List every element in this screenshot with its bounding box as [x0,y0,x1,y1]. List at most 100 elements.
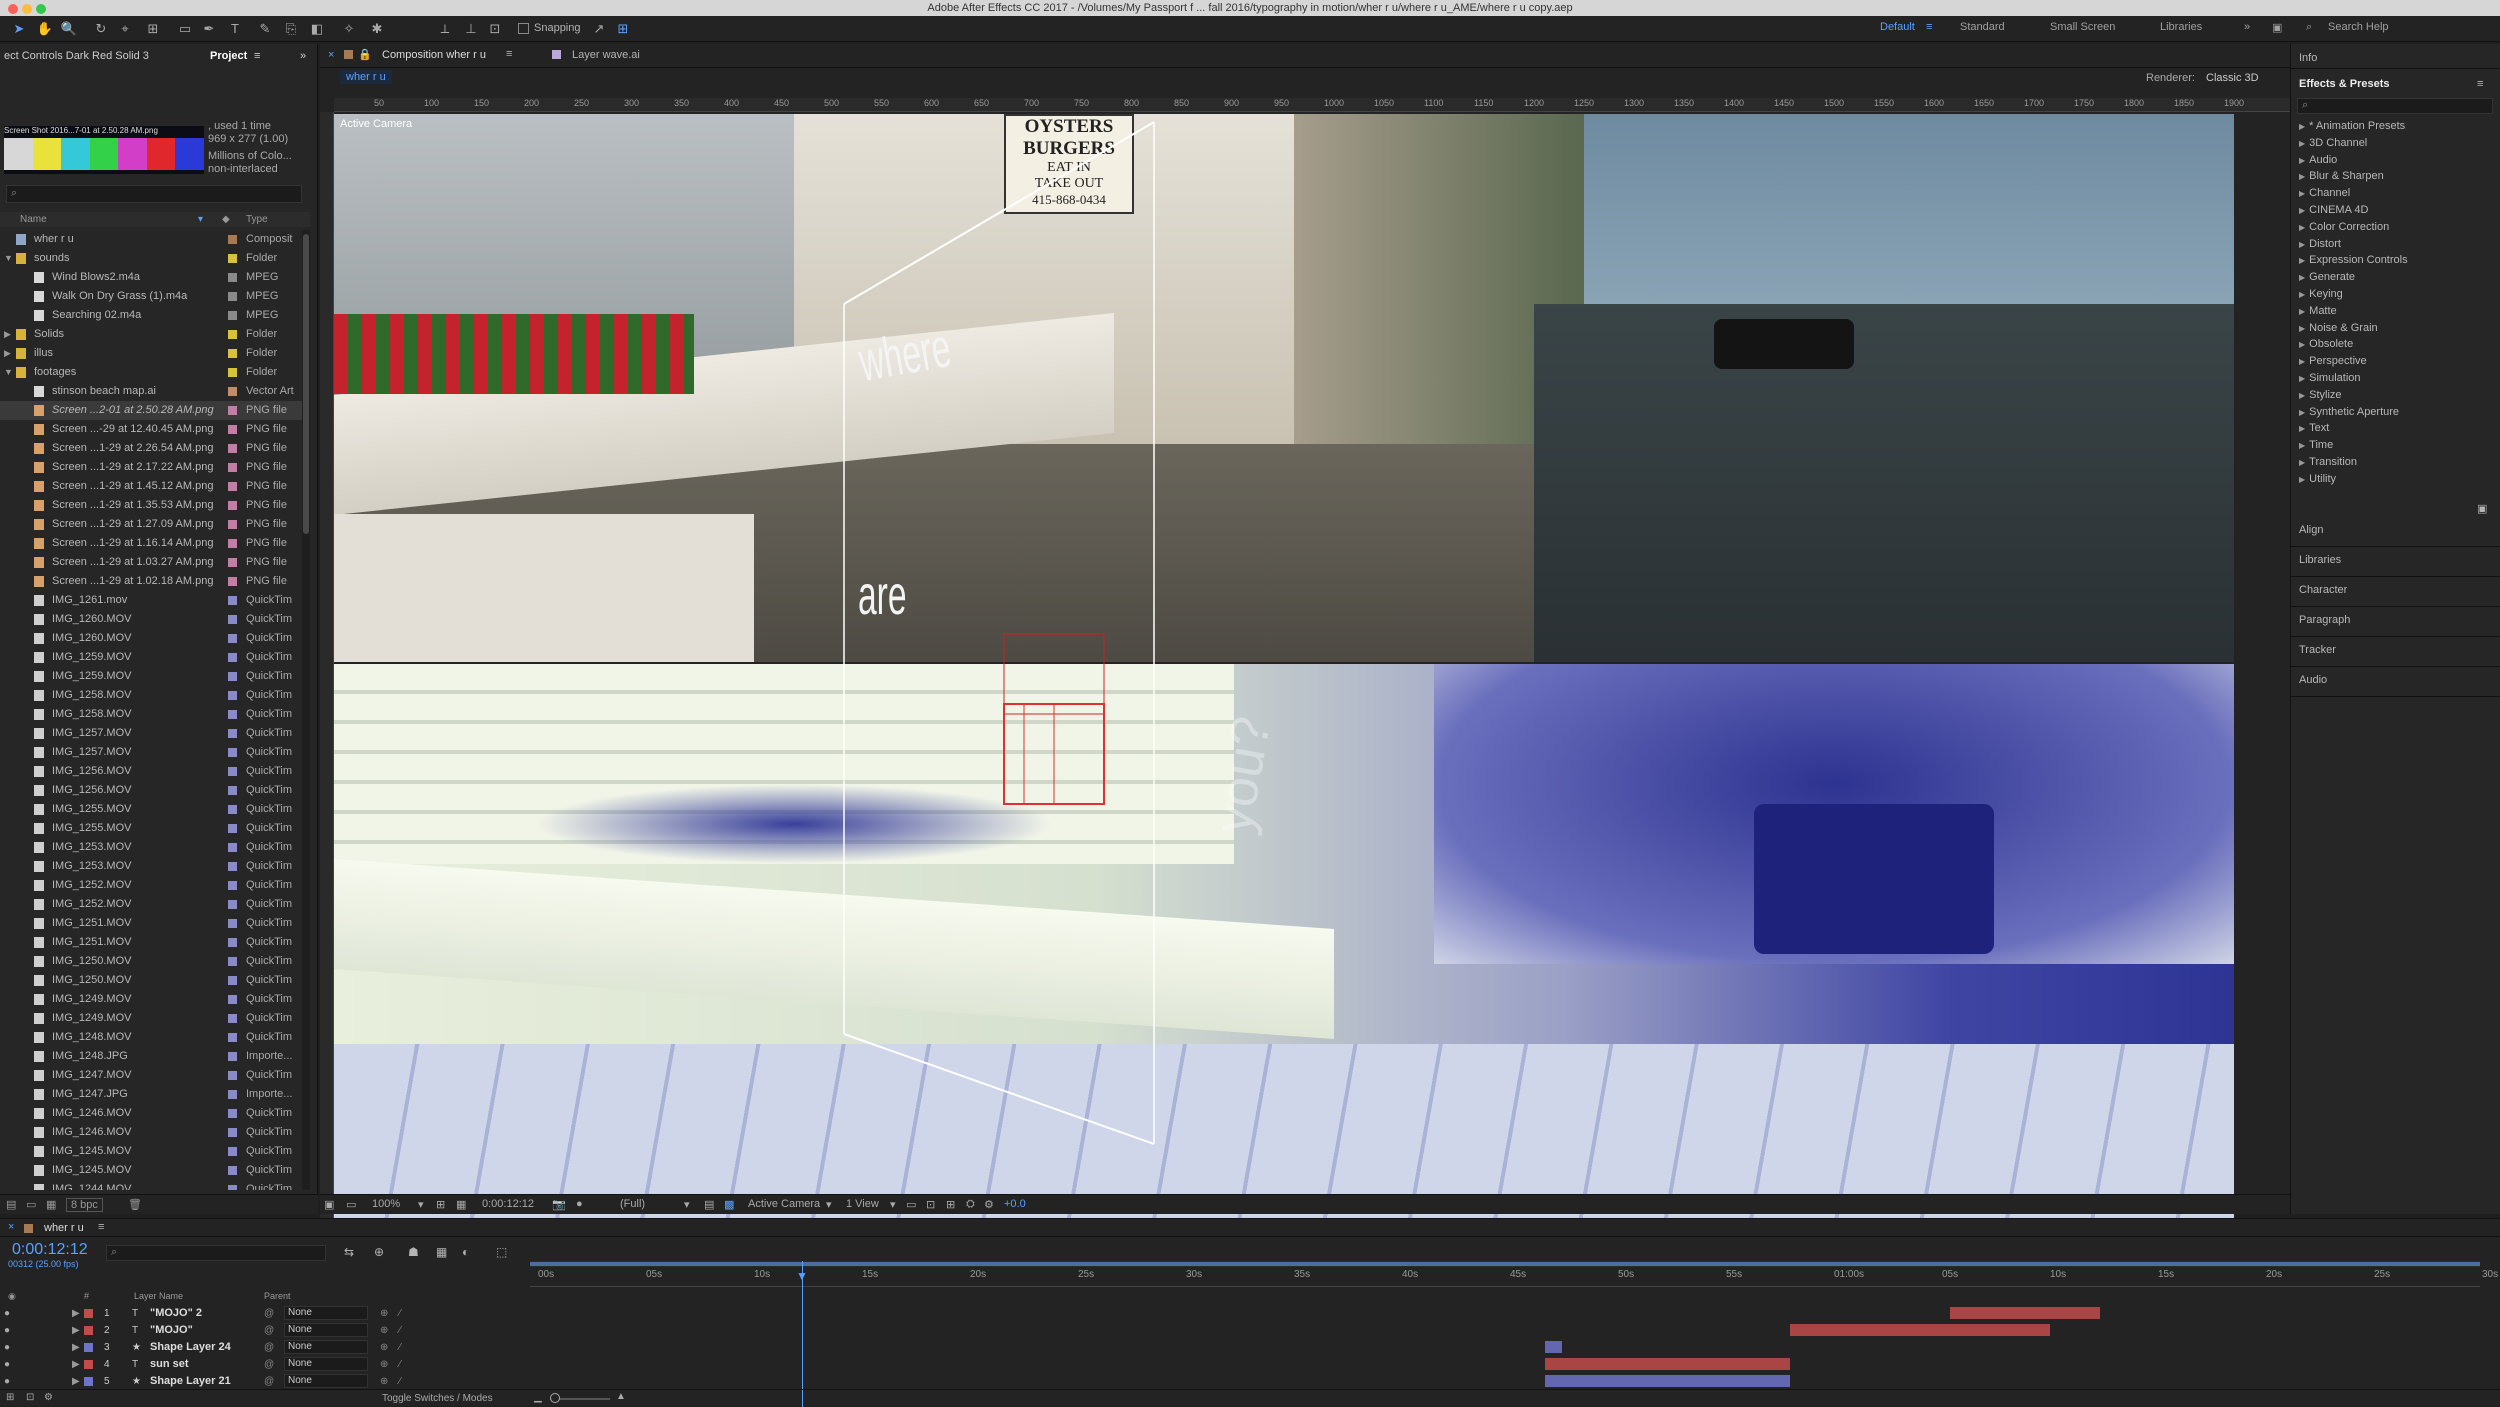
label-color-swatch[interactable] [228,349,237,358]
effects-category[interactable]: ▶ Color Correction [2299,221,2389,233]
project-item[interactable]: IMG_1250.MOV QuickTim [0,971,310,990]
snapping-checkbox[interactable] [518,23,529,34]
tab-layer[interactable]: Layer wave.ai [572,49,640,61]
av-switches-icon[interactable]: ◉ [8,1289,16,1303]
layer-duration-bar[interactable] [1950,1307,2100,1319]
camera-view-select[interactable]: Active Camera [748,1198,820,1210]
layer-name[interactable]: "MOJO" 2 [150,1305,202,1322]
layer-duration-bar[interactable] [1545,1358,1790,1370]
project-item[interactable]: IMG_1250.MOV QuickTim [0,952,310,971]
eye-icon[interactable]: ● [4,1305,10,1322]
effects-category[interactable]: ▶ Utility [2299,473,2336,485]
label-color-swatch[interactable] [228,1033,237,1042]
collapsed-panel[interactable]: Tracker [2299,644,2336,656]
effects-category[interactable]: ▶ Text [2299,422,2329,434]
project-item[interactable]: IMG_1259.MOV QuickTim [0,648,310,667]
layer-name[interactable]: "MOJO" [150,1322,193,1339]
axis-world-icon[interactable]: ⊥ [462,20,480,38]
project-item[interactable]: ▶ illus Folder [0,344,310,363]
roto-brush-tool-icon[interactable]: ✧ [340,20,358,38]
project-item[interactable]: IMG_1249.MOV QuickTim [0,1009,310,1028]
disclosure-triangle-icon[interactable]: ▼ [4,363,13,382]
new-preset-icon[interactable]: ▣ [2477,502,2487,515]
disclosure-triangle-icon[interactable]: ▶ [4,325,11,344]
playhead-icon[interactable]: ▼ [796,1269,808,1283]
trash-icon[interactable]: 🗑 [128,1198,142,1211]
comp-breadcrumb[interactable]: wher r u [340,70,392,84]
toggle-pixel-aspect-icon[interactable]: ▭ [906,1198,916,1211]
project-item[interactable]: IMG_1253.MOV QuickTim [0,857,310,876]
eraser-tool-icon[interactable]: ◧ [308,20,326,38]
parent-select[interactable]: None [284,1323,368,1337]
label-color-swatch[interactable] [84,1377,93,1386]
effects-category[interactable]: ▶ 3D Channel [2299,137,2367,149]
project-scrollbar[interactable] [302,230,310,1190]
panel-overflow-icon[interactable]: » [300,50,306,62]
effects-category[interactable]: ▶ Synthetic Aperture [2299,406,2399,418]
disclosure-triangle-icon[interactable]: ▶ [72,1305,80,1322]
parent-select[interactable]: None [284,1340,368,1354]
label-color-swatch[interactable] [228,615,237,624]
label-color-swatch[interactable] [228,710,237,719]
pickwhip-icon[interactable]: @ [264,1356,274,1373]
label-color-swatch[interactable] [228,311,237,320]
project-item[interactable]: Screen ...1-29 at 2.17.22 AM.png PNG file [0,458,310,477]
panel-effects-presets[interactable]: Effects & Presets [2299,78,2390,90]
project-item[interactable]: IMG_1257.MOV QuickTim [0,743,310,762]
sync-settings-icon[interactable]: ▣ [2272,21,2282,34]
project-item[interactable]: IMG_1259.MOV QuickTim [0,667,310,686]
label-color-swatch[interactable] [228,254,237,263]
pickwhip-icon[interactable]: @ [264,1322,274,1339]
show-channel-icon[interactable]: ● [576,1198,583,1210]
label-color-swatch[interactable] [228,919,237,928]
brush-tool-icon[interactable]: ✎ [256,20,274,38]
collapsed-panel[interactable]: Character [2299,584,2347,596]
disclosure-triangle-icon[interactable]: ▼ [4,249,13,268]
label-color-swatch[interactable] [228,748,237,757]
transparency-grid-icon[interactable]: ▩ [724,1198,734,1211]
workspace-overflow-icon[interactable]: » [2244,21,2250,33]
timeline-zoom-slider[interactable] [550,1393,610,1403]
timeline-menu-icon[interactable]: ≡ [98,1221,104,1233]
comp-mini-flowchart-icon[interactable]: ⇆ [344,1245,354,1259]
project-item[interactable]: IMG_1256.MOV QuickTim [0,781,310,800]
label-color-swatch[interactable] [228,653,237,662]
new-composition-icon[interactable]: ▦ [46,1198,56,1211]
timeline-layer-row[interactable]: ● ▶ 1 T "MOJO" 2 @ None ⊕ ⁄ [0,1305,2500,1322]
project-item[interactable]: IMG_1255.MOV QuickTim [0,819,310,838]
label-color-swatch[interactable] [228,1128,237,1137]
comp-menu-icon[interactable]: ≡ [506,48,512,60]
timeline-icon[interactable]: ⛭ [966,1198,975,1211]
fast-previews-icon[interactable]: ▤ [704,1198,714,1211]
current-time-display[interactable]: 0:00:12:12 [482,1198,534,1210]
timeline-layer-row[interactable]: ● ▶ 4 Tsun set @ None ⊕ ⁄ [0,1356,2500,1373]
project-item[interactable]: IMG_1260.MOV QuickTim [0,629,310,648]
effects-category[interactable]: ▶ Blur & Sharpen [2299,170,2384,182]
label-color-swatch[interactable] [228,1147,237,1156]
project-item[interactable]: Screen ...1-29 at 1.35.53 AM.png PNG file [0,496,310,515]
selection-tool-icon[interactable]: ➤ [10,20,28,38]
lock-icon[interactable]: 🔒 [358,48,372,61]
project-search-input[interactable]: ⌕ [6,185,302,203]
frame-blending-icon[interactable]: ▦ [436,1245,447,1259]
label-color-swatch[interactable] [228,292,237,301]
view-layout-select[interactable]: 1 View [846,1198,879,1210]
project-item[interactable]: IMG_1261.mov QuickTim [0,591,310,610]
project-item[interactable]: Screen ...1-29 at 1.02.18 AM.png PNG file [0,572,310,591]
sort-indicator-icon[interactable]: ▾ [198,212,203,227]
layer-duration-bar[interactable] [1790,1324,2050,1336]
project-item[interactable]: IMG_1251.MOV QuickTim [0,933,310,952]
project-item[interactable]: IMG_1247.JPG Importe... [0,1085,310,1104]
draft-3d-icon[interactable]: ⊡ [926,1198,935,1211]
label-color-swatch[interactable] [228,805,237,814]
effects-category[interactable]: ▶ Perspective [2299,355,2367,367]
timeline-timecode[interactable]: 0:00:12:12 [12,1241,88,1259]
label-color-swatch[interactable] [228,444,237,453]
timeline-layer-row[interactable]: ● ▶ 3 ★ Shape Layer 24 @ None ⊕ ⁄ [0,1339,2500,1356]
effects-category[interactable]: ▶ Obsolete [2299,338,2353,350]
label-color-swatch[interactable] [228,501,237,510]
project-item[interactable]: ▶ Solids Folder [0,325,310,344]
project-item[interactable]: IMG_1248.JPG Importe... [0,1047,310,1066]
effects-category[interactable]: ▶ Distort [2299,238,2341,250]
project-item[interactable]: IMG_1252.MOV QuickTim [0,895,310,914]
